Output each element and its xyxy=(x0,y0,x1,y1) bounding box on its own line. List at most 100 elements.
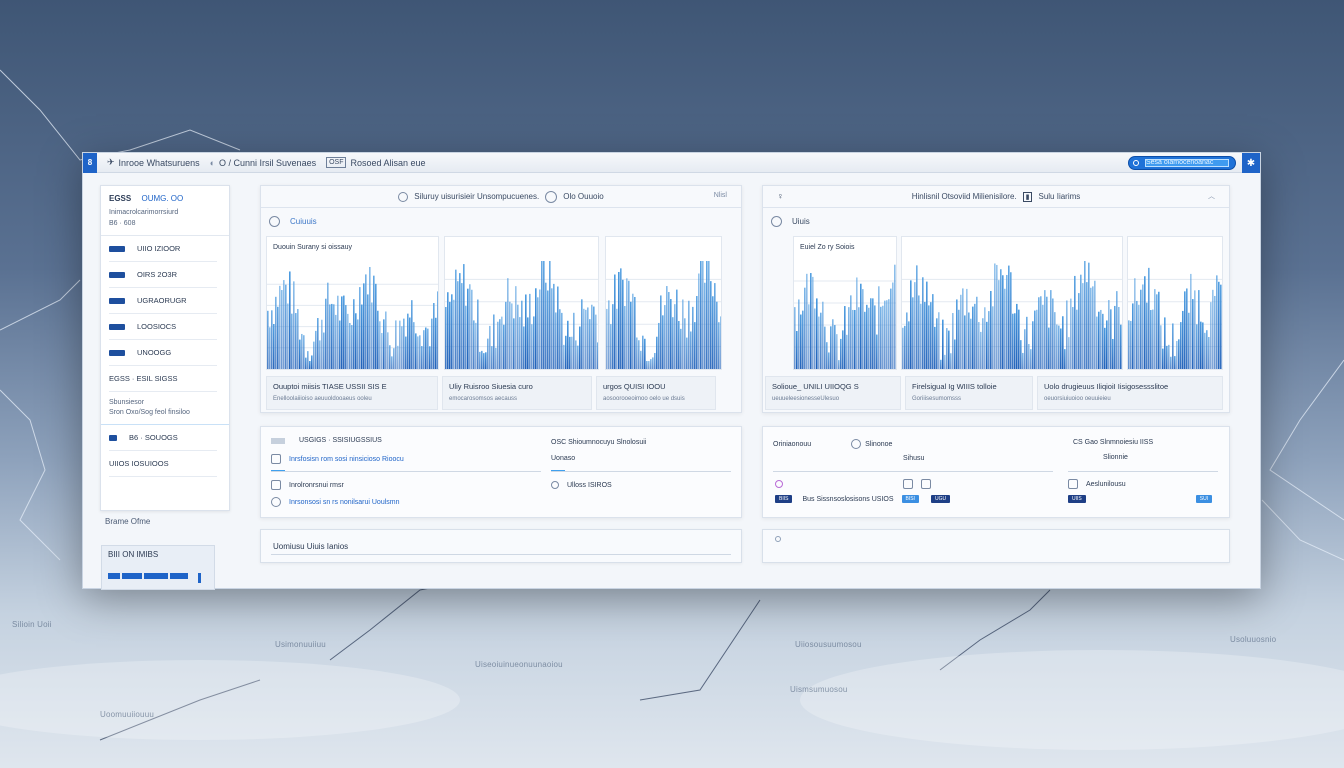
chart-bar xyxy=(383,319,385,369)
chart-bar xyxy=(1152,309,1154,369)
sidebar-item[interactable]: UIIO IZIOOR xyxy=(109,236,217,262)
details-row[interactable]: Inrolronrsnui rmsr xyxy=(271,480,344,490)
nav-box-label: OSF xyxy=(326,157,347,168)
sidebar-item[interactable]: UIIOS IOSUIOOS xyxy=(109,451,217,477)
tag[interactable]: BIIS xyxy=(775,495,793,503)
filter-icon[interactable] xyxy=(398,191,409,202)
chart-bar xyxy=(1002,275,1004,369)
legend-cell[interactable]: Uolo drugieuus IliqioiI Iisigosessslitoe… xyxy=(1037,376,1223,410)
chart-bar xyxy=(575,340,577,369)
chart-bar xyxy=(1022,352,1024,369)
chart-bar xyxy=(1170,356,1172,369)
chart-bar xyxy=(319,340,321,369)
bottom-bar-left[interactable]: Uomiusu Uiuis Ianios xyxy=(260,529,742,563)
toggle-icon[interactable] xyxy=(271,437,285,444)
chart-bar xyxy=(593,306,595,369)
legend-cell[interactable]: Ouuptoi miisis TIASE USSII SIS E Enelloo… xyxy=(266,376,438,410)
chart-bar xyxy=(477,299,479,369)
sidebar-mini-widget[interactable]: BIII ON IMIBS xyxy=(101,545,215,590)
sidebar-header-a: EGSS xyxy=(109,194,132,203)
radio-icon[interactable] xyxy=(269,215,280,227)
details-right-row[interactable]: Aeslunilousu xyxy=(1068,479,1126,489)
sidebar-item[interactable]: LOOSIOCS xyxy=(109,314,217,340)
chart-bar xyxy=(1154,289,1156,369)
chart-bar xyxy=(1068,337,1070,369)
chart-bar xyxy=(567,320,569,369)
nav-item-reports[interactable]: OSF Rosoed Alisan eue xyxy=(326,157,426,168)
tag[interactable]: BISI xyxy=(901,495,919,503)
chevron-up-icon[interactable]: ︿ xyxy=(1208,191,1215,201)
search-box[interactable]: Sesa olamocenoanac xyxy=(1128,156,1236,170)
radio-icon[interactable] xyxy=(771,215,782,227)
chart-bar xyxy=(533,316,535,369)
chart-bar xyxy=(1020,340,1022,369)
legend-detail: aosoorooeoimoo oelo ue dsuis xyxy=(603,396,685,402)
chart-bar xyxy=(445,307,447,369)
settings-icon[interactable] xyxy=(545,190,558,203)
nav-item-dashboard[interactable]: ◐ O / Cunni Irsil Suvenaes xyxy=(210,158,316,168)
chart-bar xyxy=(315,330,317,369)
tag[interactable]: UGU xyxy=(930,495,951,503)
close-icon[interactable]: ✱ xyxy=(1242,153,1260,173)
nav-item-home[interactable]: ✈ Inrooe Whatsuruens xyxy=(107,157,200,168)
legend-cell[interactable]: Firelsigual Ig WIIIS tolloie Goriiisesum… xyxy=(905,376,1033,410)
details-right-tags[interactable]: UIIS SUI xyxy=(1068,495,1213,503)
divider xyxy=(271,471,541,472)
chart-bar xyxy=(1192,299,1194,369)
tag[interactable]: UIIS xyxy=(1068,495,1086,503)
chart-bar xyxy=(840,338,842,369)
sidebar-item[interactable]: UGRAORUGR xyxy=(109,288,217,314)
chart-bar xyxy=(660,295,662,369)
chart-bar xyxy=(597,342,598,369)
chart-bar xyxy=(954,339,956,369)
chart-bar xyxy=(451,294,453,369)
chart-bar xyxy=(295,313,297,369)
chart-bar xyxy=(662,315,664,369)
details-row[interactable]: BIIS Bus Sissnsoslosisons USIOS BISI UGU xyxy=(775,495,951,503)
sidebar-item[interactable]: B6 · SOUOGS xyxy=(109,425,217,451)
bookmark-icon[interactable]: ▮ xyxy=(1022,191,1033,202)
chart-bar xyxy=(842,330,844,369)
chart-bar xyxy=(519,317,521,369)
chart-bar xyxy=(894,264,896,369)
chart-bar xyxy=(301,333,303,369)
chart-bar xyxy=(1144,276,1146,369)
search-input[interactable]: Sesa olamocenoanac xyxy=(1145,159,1229,167)
chart-bar xyxy=(561,312,563,369)
chart-bar xyxy=(940,359,942,369)
chart-bar xyxy=(419,335,421,369)
chart-bar xyxy=(958,309,960,369)
chart-bar xyxy=(1062,316,1064,369)
chart-bar xyxy=(335,314,337,369)
chart-bar xyxy=(591,304,593,369)
chart-bar xyxy=(686,337,688,369)
bottom-bar-right[interactable] xyxy=(762,529,1230,563)
legend-cell[interactable]: urgos QUISI IOOU aosoorooeoimoo oelo ue … xyxy=(596,376,716,410)
link-icon[interactable] xyxy=(921,479,931,489)
chart-bar xyxy=(391,356,393,369)
details-row-text: Inrsonsosi sn rs nonilsarui Uoulsmn xyxy=(289,498,400,506)
details-right-row[interactable]: Ulloss ISIROS xyxy=(551,481,612,489)
chart-bar xyxy=(511,303,513,369)
legend-label: Uliy Ruisroo Siuesia curo xyxy=(449,382,533,391)
legend-cell[interactable]: Solioue_ UNILI UIIOQG S ueuueleesionesse… xyxy=(765,376,901,410)
chart-bar xyxy=(1026,316,1028,369)
sidebar-header-b: OUMG. OO xyxy=(141,194,184,203)
sidebar-item[interactable]: UNOOGG xyxy=(109,340,217,366)
details-row[interactable]: Inrsonsosi sn rs nonilsarui Uoulsmn xyxy=(271,497,400,507)
chart-bar xyxy=(285,284,287,369)
nav-item-home-label: Inrooe Whatsuruens xyxy=(118,157,200,168)
details-right-title-text: CS Gao Slnmnoiesiu IISS xyxy=(1073,439,1154,446)
chart-bar xyxy=(453,299,455,369)
chart-bar xyxy=(359,287,361,369)
chart-bar xyxy=(305,357,307,369)
link-icon[interactable] xyxy=(903,479,913,489)
user-icon[interactable] xyxy=(851,439,862,449)
chart-bar xyxy=(583,308,585,369)
chart-bar xyxy=(587,307,589,369)
tag[interactable]: SUI xyxy=(1195,495,1213,503)
sidebar-item[interactable]: OIRS 2O3R xyxy=(109,262,217,288)
details-row[interactable]: Inrsfosisn rom sosi ninsicioso Rioocu xyxy=(271,454,404,464)
sidebar-item[interactable]: EGSS · ESIL SIGSS xyxy=(109,366,217,392)
legend-cell[interactable]: Uliy Ruisroo Siuesia curo emocarosomsos … xyxy=(442,376,592,410)
